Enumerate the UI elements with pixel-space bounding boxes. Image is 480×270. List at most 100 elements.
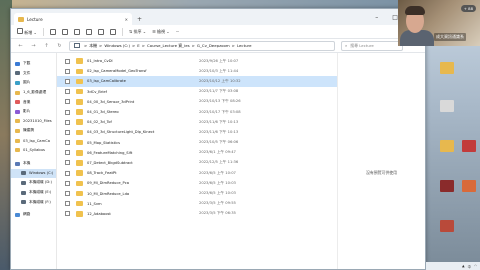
address-bar[interactable]: > 本機 > Windows (C:) > E > Course_Lecture… — [69, 40, 335, 51]
up-icon[interactable]: ↑ — [43, 43, 50, 49]
delete-icon[interactable] — [109, 28, 116, 35]
tab-lecture[interactable]: Lecture ✕ — [14, 13, 132, 25]
desktop-app-icon[interactable] — [440, 220, 454, 232]
new-tab-button[interactable]: + — [137, 16, 142, 23]
row-checkbox[interactable] — [65, 201, 70, 207]
desktop-folder-icon[interactable] — [440, 140, 454, 152]
search-icon: ⌕ — [345, 43, 348, 48]
desktop-file-icon[interactable] — [440, 100, 454, 112]
file-name: 04_03_3d_StructureLight_Dlp_Kinect — [87, 130, 155, 135]
row-checkbox[interactable] — [65, 160, 70, 166]
close-tab-icon[interactable]: ✕ — [125, 17, 128, 22]
sort-button[interactable]: ⇅ 排序 ⌄ — [129, 29, 146, 35]
file-row[interactable]: 04_03_3d_StructureLight_Dlp_Kinect 2023/1… — [57, 127, 337, 137]
breadcrumb-lecture[interactable]: Lecture — [237, 43, 252, 48]
copy-icon[interactable] — [61, 28, 68, 35]
breadcrumb-e[interactable]: E — [137, 43, 139, 48]
file-row[interactable]: 08_Track_FeatPt 2023/6/5 上午 10:07 — [57, 168, 337, 178]
file-row[interactable]: 03_Isp_CamCalibrate 2023/10/12 上午 10:32 — [57, 76, 337, 87]
sidebar-item-icon — [15, 100, 20, 105]
folder-icon — [76, 160, 83, 166]
search-box[interactable]: ⌕ 搜尋 Lecture — [341, 40, 403, 51]
file-name: 01_Intro_CvDl — [87, 59, 113, 64]
sidebar-item[interactable]: Windows (C:) — [11, 168, 56, 179]
sidebar-item[interactable]: 下載 — [11, 59, 56, 69]
file-row[interactable]: 07_Detect_BkgdSubtract 2022/12/5 上午 11:36 — [57, 158, 337, 168]
row-checkbox[interactable] — [65, 89, 70, 95]
row-checkbox[interactable] — [65, 170, 70, 176]
sidebar-item[interactable]: 陳建興 — [11, 126, 56, 136]
desktop-app-icon[interactable] — [440, 180, 454, 192]
sidebar-item[interactable]: 本機磁碟 (D:) — [11, 178, 56, 188]
file-name: 02_Isp_CameraModel_GeoTransf — [87, 69, 147, 74]
breadcrumb-separator: > — [191, 43, 195, 48]
file-name: 3dCv_Brief — [87, 89, 107, 94]
back-icon[interactable]: ← — [17, 43, 24, 49]
row-checkbox[interactable] — [65, 119, 70, 125]
row-checkbox[interactable] — [65, 140, 70, 146]
sidebar-item[interactable]: 本機磁碟 (F:) — [11, 197, 56, 207]
sidebar-item[interactable]: 1_6_影像處理 — [11, 88, 56, 98]
sidebar-item[interactable]: 圖片 — [11, 78, 56, 88]
breadcrumb-deepzoom[interactable]: G_Cv_Deepzoom — [197, 43, 230, 48]
paste-icon[interactable] — [73, 28, 80, 35]
file-row[interactable]: 3dCv_Brief 2023/11/7 下午 03:08 — [57, 87, 337, 97]
breadcrumb-course[interactable]: Course_Lecture 資_ies — [147, 43, 190, 49]
breadcrumb-windows-c[interactable]: Windows (C:) — [104, 43, 130, 48]
wifi-icon[interactable]: ◠ — [474, 264, 477, 268]
row-checkbox[interactable] — [65, 129, 70, 135]
row-checkbox[interactable] — [65, 68, 70, 74]
row-checkbox[interactable] — [65, 150, 70, 156]
refresh-icon[interactable]: ↻ — [56, 43, 63, 49]
file-row[interactable]: 12_Adaboost 2023/3/5 下午 06:35 — [57, 209, 337, 219]
view-button[interactable]: ☰ 檢視 ⌄ — [152, 29, 169, 35]
breadcrumb-separator: > — [99, 43, 103, 48]
file-row[interactable]: 01_Intro_CvDl 2023/9/26 上午 10:07 — [57, 56, 337, 66]
row-checkbox[interactable] — [65, 78, 70, 84]
sidebar-item[interactable]: 01_Syllabus — [11, 145, 56, 155]
row-checkbox[interactable] — [65, 99, 70, 105]
row-checkbox[interactable] — [65, 180, 70, 186]
desktop-folder-icon[interactable] — [440, 62, 454, 74]
folder-icon — [76, 200, 83, 207]
folder-icon — [76, 150, 83, 156]
desktop-app-icon[interactable] — [462, 180, 476, 192]
file-row[interactable]: 09_Ml_DimReduce_Pca 2023/6/5 上午 10:03 — [57, 178, 337, 188]
breadcrumb-separator: > — [231, 43, 235, 48]
file-row[interactable]: 04_00_3d_Sensor_3dPrint 2023/10/13 下午 08:… — [57, 97, 337, 107]
row-checkbox[interactable] — [65, 58, 70, 64]
sidebar-item[interactable]: 20231010_Files — [11, 117, 56, 127]
new-button[interactable]: 新增 ⌄ — [17, 27, 37, 36]
row-checkbox[interactable] — [65, 211, 70, 217]
file-row[interactable]: 05_Mop_Statistics 2023/10/5 下午 06:06 — [57, 138, 337, 148]
desktop-app-icon[interactable] — [462, 140, 476, 152]
minimize-button[interactable]: – — [375, 14, 378, 21]
row-checkbox[interactable] — [65, 109, 70, 115]
sidebar-item[interactable]: 03_Isp_CamCa — [11, 136, 56, 146]
tray-icon[interactable]: ▲ — [462, 264, 465, 268]
file-row[interactable]: 04_02_3d_Tof 2023/11/6 下午 10:13 — [57, 117, 337, 127]
language-icon[interactable]: 中 — [468, 264, 471, 269]
forward-icon[interactable]: → — [30, 43, 37, 49]
file-row[interactable]: 10_Ml_DimReduce_Lda 2023/6/5 上午 10:03 — [57, 188, 337, 198]
sidebar-item[interactable]: 網路 — [11, 210, 56, 220]
file-row[interactable]: 02_Isp_CameraModel_GeoTransf 2023/10/3 上午… — [57, 66, 337, 76]
breadcrumb-this-pc[interactable]: 本機 — [89, 43, 97, 49]
sidebar-item[interactable]: 文件 — [11, 69, 56, 79]
share-icon[interactable] — [97, 28, 104, 35]
file-row[interactable]: 04_01_3d_Stereo 2023/10/17 下午 03:08 — [57, 107, 337, 117]
sidebar-item[interactable]: 音樂 — [11, 97, 56, 107]
row-checkbox[interactable] — [65, 191, 70, 197]
cut-icon[interactable] — [49, 28, 56, 35]
breadcrumb-separator: > — [84, 43, 88, 48]
sidebar-item[interactable]: 影片 — [11, 107, 56, 117]
file-row[interactable]: 11_Svm 2023/3/5 上午 09:55 — [57, 199, 337, 209]
rename-icon[interactable] — [85, 28, 92, 35]
sidebar-item[interactable]: 本機磁碟 (E:) — [11, 188, 56, 198]
sidebar-item-label: Windows (C:) — [29, 171, 54, 176]
sidebar-item-icon — [15, 90, 20, 95]
file-row[interactable]: 06_FeatureMatching_Sift 2023/6/1 上午 09:47 — [57, 148, 337, 158]
file-date: 2023/6/5 上午 10:03 — [199, 180, 236, 185]
sidebar-item[interactable]: 本機 — [11, 159, 56, 169]
more-button[interactable]: ··· — [176, 29, 180, 34]
